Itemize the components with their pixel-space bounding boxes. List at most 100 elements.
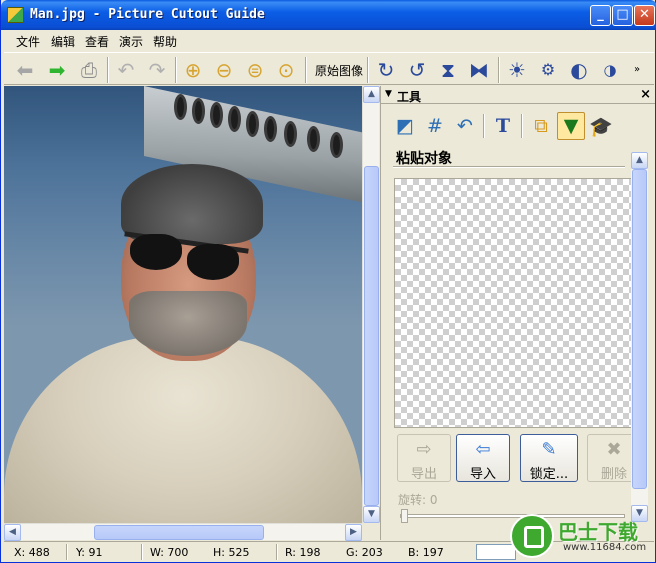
lock-edit-icon: ✎ bbox=[541, 439, 557, 460]
window-title: Man.jpg - Picture Cutout Guide bbox=[30, 7, 265, 22]
redo-icon[interactable]: ↷ bbox=[144, 57, 170, 83]
panel-title: 工具 bbox=[397, 90, 422, 104]
import-button[interactable]: ⇦ 导入 bbox=[456, 434, 510, 482]
scroll-thumb[interactable] bbox=[632, 169, 647, 489]
brightness-icon[interactable]: ☀ bbox=[504, 57, 530, 83]
wizard-tool-icon[interactable]: 🎓 bbox=[587, 112, 615, 140]
menu-bar: 文件 编辑 查看 演示 帮助 bbox=[4, 30, 654, 51]
minimize-button[interactable]: _ bbox=[590, 5, 611, 26]
export-icon: ⇨ bbox=[416, 439, 432, 460]
menu-file[interactable]: 文件 bbox=[16, 33, 40, 50]
settings-gear-icon[interactable]: ⚙ bbox=[535, 57, 561, 83]
saturation-icon[interactable]: ◑ bbox=[597, 57, 623, 83]
maximize-button[interactable]: □ bbox=[612, 5, 633, 26]
flip-vertical-icon[interactable]: ⧗ bbox=[435, 57, 461, 83]
panel-vertical-scrollbar[interactable]: ▲ ▼ bbox=[631, 152, 648, 522]
toolbar-separator bbox=[107, 57, 109, 83]
toolbar-overflow-icon[interactable]: » bbox=[629, 57, 645, 83]
watermark-logo bbox=[510, 514, 554, 558]
toolbar-separator bbox=[498, 57, 500, 83]
lock-button[interactable]: ✎ 锁定... bbox=[520, 434, 578, 482]
scroll-down-button[interactable]: ▼ bbox=[363, 506, 380, 523]
toolbar-separator bbox=[367, 57, 369, 83]
scroll-up-button[interactable]: ▲ bbox=[363, 86, 380, 103]
zoom-actual-icon[interactable]: ⊙ bbox=[273, 57, 299, 83]
scroll-left-button[interactable]: ◀ bbox=[4, 524, 21, 541]
rotate-label: 旋转: 0 bbox=[398, 493, 438, 507]
watermark-url: www.11684.com bbox=[563, 542, 647, 553]
paste-object-tool-icon[interactable]: ⧉ bbox=[527, 112, 555, 140]
photo-tire bbox=[228, 106, 241, 132]
undo-arrow-tool-icon[interactable]: ↶ bbox=[451, 112, 479, 140]
zoom-out-icon[interactable]: ⊖ bbox=[211, 57, 237, 83]
title-bar[interactable]: Man.jpg - Picture Cutout Guide _ □ ✕ bbox=[1, 0, 656, 30]
panel-close-button[interactable]: × bbox=[640, 87, 651, 102]
panel-toolbar: ◩ # ↶ T ⧉ ▼ 🎓 bbox=[391, 112, 631, 144]
scroll-thumb[interactable] bbox=[364, 166, 379, 506]
contrast-icon[interactable]: ◐ bbox=[566, 57, 592, 83]
status-separator bbox=[141, 544, 143, 560]
photo-tire bbox=[192, 98, 205, 124]
forward-arrow-icon[interactable]: ➡ bbox=[44, 57, 70, 83]
image-canvas[interactable] bbox=[4, 86, 362, 523]
status-y: Y: 91 bbox=[76, 546, 103, 559]
import-icon: ⇦ bbox=[475, 439, 491, 460]
flip-horizontal-icon[interactable]: ⧓ bbox=[466, 57, 492, 83]
photo-tire bbox=[330, 132, 343, 158]
panel-header: ▼ 工具 × bbox=[381, 86, 655, 104]
menu-help[interactable]: 帮助 bbox=[153, 33, 177, 50]
canvas-horizontal-scrollbar[interactable]: ◀ ▶ bbox=[4, 523, 362, 541]
grid-tool-icon[interactable]: # bbox=[421, 112, 449, 140]
panel-separator bbox=[483, 114, 485, 138]
original-image-button[interactable]: 原始图像 bbox=[315, 62, 363, 79]
status-green: G: 203 bbox=[346, 546, 383, 559]
rotate-ccw-icon[interactable]: ↺ bbox=[404, 57, 430, 83]
menu-view[interactable]: 查看 bbox=[85, 33, 109, 50]
back-arrow-icon[interactable]: ⬅ bbox=[12, 57, 38, 83]
zoom-fit-icon[interactable]: ⊜ bbox=[242, 57, 268, 83]
tint-tool-icon[interactable]: ▼ bbox=[557, 112, 585, 140]
canvas-vertical-scrollbar[interactable]: ▲ ▼ bbox=[362, 86, 380, 523]
app-icon bbox=[7, 7, 24, 23]
photo-tire bbox=[264, 116, 277, 142]
menu-demo[interactable]: 演示 bbox=[119, 33, 143, 50]
photo-tire bbox=[284, 121, 297, 147]
section-title: 粘贴对象 bbox=[396, 151, 452, 167]
rotate-slider-thumb[interactable] bbox=[401, 509, 408, 523]
scroll-up-button[interactable]: ▲ bbox=[631, 152, 648, 169]
scroll-thumb[interactable] bbox=[94, 525, 264, 540]
export-button[interactable]: ⇨ 导出 bbox=[397, 434, 451, 482]
status-separator bbox=[66, 544, 68, 560]
scroll-right-button[interactable]: ▶ bbox=[345, 524, 362, 541]
toolbar: ⬅ ➡ ⎙ ↶ ↷ ⊕ ⊖ ⊜ ⊙ 原始图像 ↻ ↺ ⧗ ⧓ ☀ ⚙ ◐ ◑ » bbox=[4, 52, 654, 85]
photo-tire bbox=[210, 102, 223, 128]
photo-glasses-lens bbox=[187, 244, 239, 280]
text-tool-icon[interactable]: T bbox=[489, 112, 517, 140]
photo-glasses-lens bbox=[130, 234, 182, 270]
tools-panel: ▼ 工具 × ◩ # ↶ T ⧉ ▼ 🎓 粘贴对象 ⇨ 导出 ⇦ 导入 ✎ 锁定… bbox=[380, 86, 655, 540]
close-window-button[interactable]: ✕ bbox=[634, 5, 655, 26]
status-x: X: 488 bbox=[14, 546, 50, 559]
print-icon[interactable]: ⎙ bbox=[76, 57, 102, 83]
status-width: W: 700 bbox=[150, 546, 189, 559]
rotate-cw-icon[interactable]: ↻ bbox=[373, 57, 399, 83]
photo-tire bbox=[246, 111, 259, 137]
status-red: R: 198 bbox=[285, 546, 321, 559]
select-crop-tool-icon[interactable]: ◩ bbox=[391, 112, 419, 140]
undo-icon[interactable]: ↶ bbox=[113, 57, 139, 83]
photo-tire bbox=[307, 126, 320, 152]
import-label: 导入 bbox=[469, 467, 496, 482]
watermark-text: 巴士下载 bbox=[558, 520, 638, 544]
photo-man-beard bbox=[129, 291, 247, 356]
menu-edit[interactable]: 编辑 bbox=[51, 33, 75, 50]
zoom-in-icon[interactable]: ⊕ bbox=[180, 57, 206, 83]
panel-separator bbox=[521, 114, 523, 138]
photo-man-hair bbox=[121, 164, 263, 244]
toolbar-separator bbox=[175, 57, 177, 83]
panel-collapse-icon[interactable]: ▼ bbox=[385, 89, 392, 99]
status-blue: B: 197 bbox=[408, 546, 444, 559]
paste-object-preview bbox=[394, 178, 632, 428]
lock-label: 锁定... bbox=[529, 467, 569, 482]
status-separator bbox=[276, 544, 278, 560]
watermark: 巴士下载 www.11684.com bbox=[506, 510, 656, 562]
